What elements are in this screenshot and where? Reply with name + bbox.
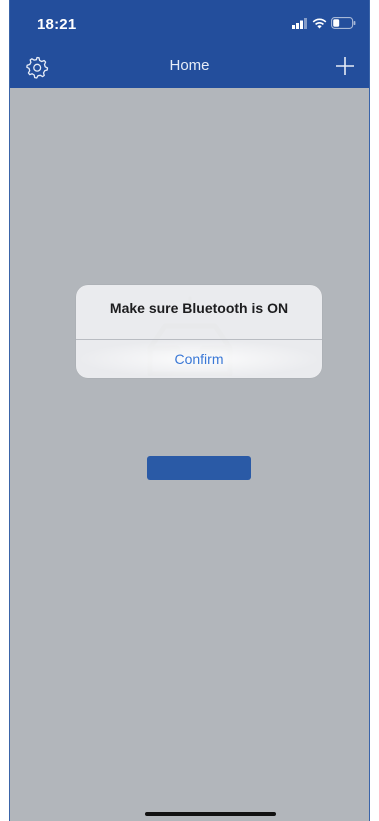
status-icons [292,17,356,29]
battery-icon [331,17,356,29]
confirm-button[interactable]: Confirm [76,340,322,378]
main-content-dimmed [10,88,369,821]
phone-frame: 18:21 Home Make sure Bluetooth is ON Con… [9,0,370,821]
plus-icon [336,57,354,75]
screen: 18:21 Home Make sure Bluetooth is ON Con… [0,0,379,821]
add-button[interactable] [331,52,359,80]
signal-bars-icon [292,17,307,29]
status-bar: 18:21 [10,0,369,46]
alert-message: Make sure Bluetooth is ON [109,300,289,316]
home-indicator[interactable] [145,812,276,816]
page-title: Home [169,57,210,74]
bluetooth-alert-dialog: Make sure Bluetooth is ON Confirm [76,285,322,378]
status-time: 18:21 [37,16,77,33]
dimmed-action-button [147,456,251,480]
nav-bar: Home [10,46,369,88]
wifi-icon [312,18,327,28]
